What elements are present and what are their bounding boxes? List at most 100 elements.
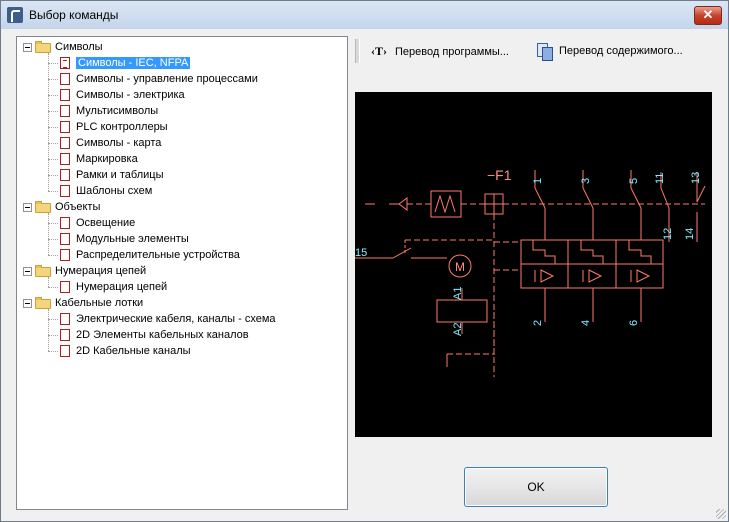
tree-item-label: Распределительные устройства xyxy=(76,249,240,261)
translate-content-button[interactable]: Перевод содержимого... xyxy=(537,41,683,62)
tree-connector xyxy=(48,79,58,80)
tree-group[interactable]: Символы xyxy=(23,39,103,55)
tree-item-label: Мультисимволы xyxy=(76,105,159,117)
coil-terminal-label: A2 xyxy=(452,323,464,336)
tree-item-label: Символы - карта xyxy=(76,137,162,149)
tree-group-label: Объекты xyxy=(55,201,101,213)
tree-item[interactable]: 2D Кабельные каналы xyxy=(48,343,191,359)
tree-connector xyxy=(48,239,58,240)
pin-label: 14 xyxy=(684,228,696,240)
tree-connector xyxy=(48,53,49,191)
collapse-icon[interactable] xyxy=(23,42,32,52)
document-icon xyxy=(60,169,70,182)
trip-symbol xyxy=(636,269,651,283)
tree-item[interactable]: 2D Элементы кабельных каналов xyxy=(48,327,249,343)
document-icon xyxy=(60,281,70,294)
app-icon xyxy=(7,7,23,23)
translate-content-label: Перевод содержимого... xyxy=(559,45,683,57)
collapse-icon[interactable] xyxy=(23,298,32,308)
tree-item-label: Электрические кабеля, каналы - схема xyxy=(76,313,276,325)
tree-connector xyxy=(48,309,49,351)
command-tree[interactable]: Символы Символы - IEC, NFPA Символы - упра… xyxy=(16,36,348,510)
tree-item-label: Рамки и таблицы xyxy=(76,169,164,181)
document-icon xyxy=(60,89,70,102)
ok-button[interactable]: OK xyxy=(464,467,608,507)
trip-symbol xyxy=(588,269,603,283)
translate-program-button[interactable]: ‹T› Перевод программы... xyxy=(371,41,509,61)
window-title: Выбор команды xyxy=(29,8,119,22)
tree-item[interactable]: Символы - IEC, NFPA xyxy=(48,55,191,71)
tree-connector xyxy=(48,175,58,176)
tree-item[interactable]: Символы - карта xyxy=(48,135,162,151)
wire-number-label: 15 xyxy=(355,247,367,259)
pin-label: 5 xyxy=(628,178,640,184)
tree-item[interactable]: Маркировка xyxy=(48,151,138,167)
tree-item[interactable]: PLC контроллеры xyxy=(48,119,168,135)
tree-item-label: Шаблоны схем xyxy=(76,185,153,197)
documents-icon xyxy=(537,43,553,62)
tree-group[interactable]: Кабельные лотки xyxy=(23,295,143,311)
thermal-wave xyxy=(434,194,456,214)
folder-icon xyxy=(35,201,51,214)
folder-icon xyxy=(35,265,51,278)
document-icon xyxy=(60,137,70,150)
dialog-window: Выбор команды ✕ Символы Символы - IEC, NF… xyxy=(0,0,729,522)
document-icon xyxy=(60,185,70,198)
document-icon xyxy=(60,313,70,326)
tree-connector xyxy=(48,95,58,96)
tree-connector xyxy=(48,223,58,224)
tree-item[interactable]: Символы - управление процессами xyxy=(48,71,258,87)
tree-connector xyxy=(48,213,49,255)
tree-item[interactable]: Освещение xyxy=(48,215,136,231)
title-bar[interactable]: Выбор команды ✕ xyxy=(1,1,728,29)
document-icon xyxy=(60,105,70,118)
tree-item-label: Освещение xyxy=(76,217,136,229)
folder-icon xyxy=(35,41,51,54)
tree-item[interactable]: Шаблоны схем xyxy=(48,183,153,199)
tree-group[interactable]: Нумерация цепей xyxy=(23,263,146,279)
document-icon xyxy=(60,329,70,342)
tree-connector xyxy=(48,351,58,352)
document-icon xyxy=(60,121,70,134)
thermal-relay-symbol xyxy=(430,190,462,218)
tree-group-label: Символы xyxy=(55,41,103,53)
document-icon xyxy=(60,345,70,358)
coil-terminal-label: A1 xyxy=(452,287,464,300)
close-button[interactable]: ✕ xyxy=(694,6,722,25)
toolbar-grip[interactable] xyxy=(355,39,360,63)
tree-connector xyxy=(48,143,58,144)
pin-label: 4 xyxy=(580,320,592,326)
schematic-preview-graphic: −F1 1 3 5 11 13 2 4 6 12 14 15 M A1 A2 xyxy=(355,167,706,377)
tree-item[interactable]: Распределительные устройства xyxy=(48,247,240,263)
collapse-icon[interactable] xyxy=(23,202,32,212)
tree-connector xyxy=(48,159,58,160)
resize-grip[interactable] xyxy=(716,509,726,519)
document-icon xyxy=(60,153,70,166)
tree-connector xyxy=(48,191,58,192)
f1-label: −F1 xyxy=(487,167,512,183)
document-icon xyxy=(60,57,70,70)
document-icon xyxy=(60,249,70,262)
document-icon xyxy=(60,233,70,246)
collapse-icon[interactable] xyxy=(23,266,32,276)
tree-item[interactable]: Модульные элементы xyxy=(48,231,189,247)
translate-program-label: Перевод программы... xyxy=(395,46,509,58)
tree-item-label: 2D Кабельные каналы xyxy=(76,345,191,357)
tree-group[interactable]: Объекты xyxy=(23,199,100,215)
tree-connector xyxy=(48,277,49,287)
tree-group-label: Кабельные лотки xyxy=(55,297,144,309)
tree-item[interactable]: Рамки и таблицы xyxy=(48,167,164,183)
tree-item-label: Символы - IEC, NFPA xyxy=(76,57,191,69)
tree-item[interactable]: Электрические кабеля, каналы - схема xyxy=(48,311,276,327)
tree-item[interactable]: Нумерация цепей xyxy=(48,279,167,295)
tree-connector xyxy=(48,319,58,320)
document-icon xyxy=(60,73,70,86)
tree-item[interactable]: Символы - электрика xyxy=(48,87,185,103)
tree-item[interactable]: Мультисимволы xyxy=(48,103,159,119)
pin-label: 2 xyxy=(532,320,544,326)
pin-label: 1 xyxy=(532,178,544,184)
tree-item-label: PLC контроллеры xyxy=(76,121,168,133)
pin-label: 11 xyxy=(654,173,666,184)
pin-label: 13 xyxy=(690,172,702,184)
document-icon xyxy=(60,217,70,230)
